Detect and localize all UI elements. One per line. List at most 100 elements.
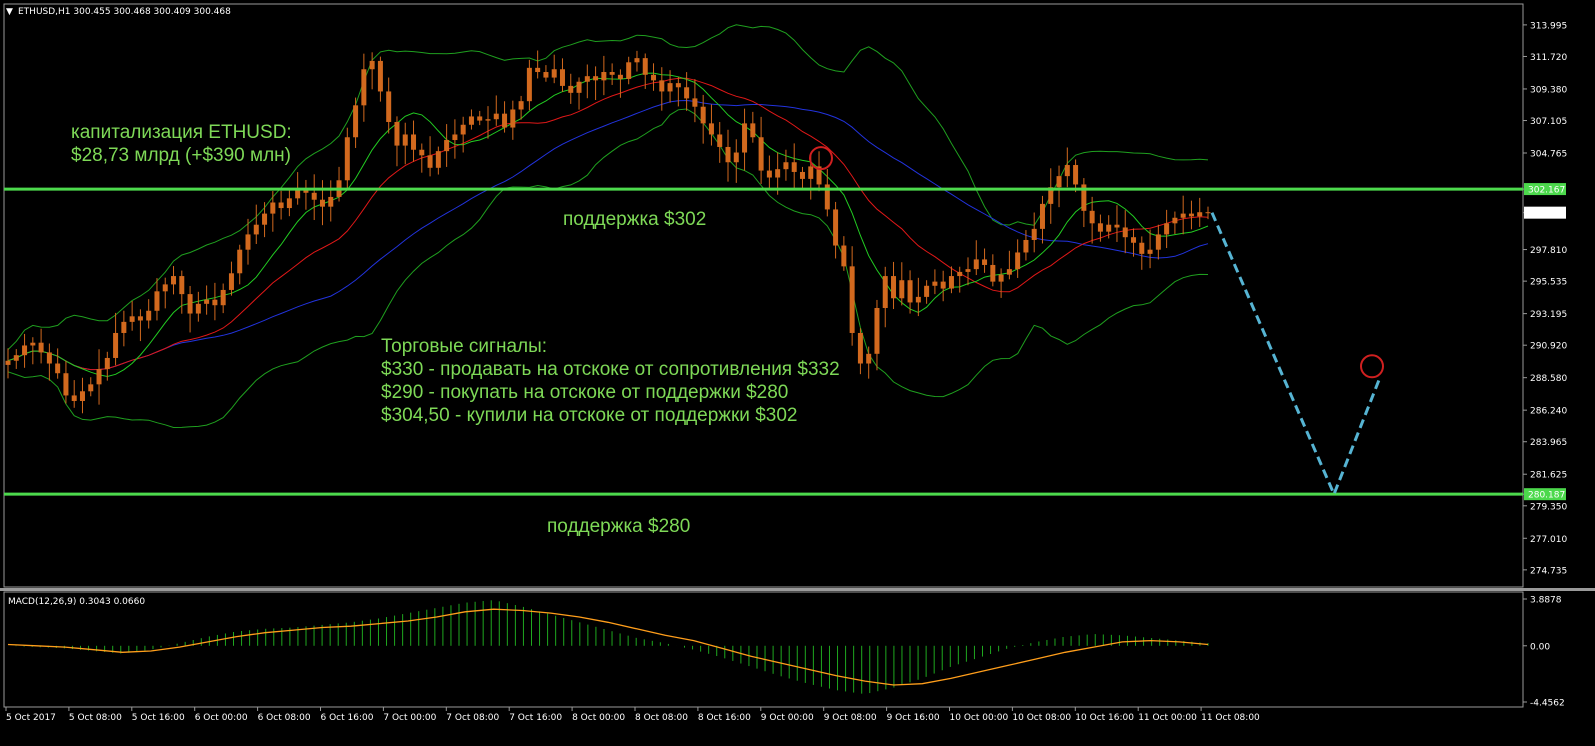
candle-body [253,224,259,235]
candle-body [245,234,251,250]
time-tick-label: 6 Oct 00:00 [195,713,248,723]
macd-pane: 3.8878 0.00 -4.4562 [7,596,1565,709]
candle-body [973,259,979,270]
price-axis: 313.995 311.720 309.380 307.105 304.765 302.1… [1523,21,1567,576]
candle-body [559,69,565,86]
candle-body [708,123,714,135]
time-tick-label: 7 Oct 00:00 [383,713,436,723]
candle-body [113,332,119,358]
trading-terminal-window: 313.995 311.720 309.380 307.105 304.765 302.1… [0,0,1595,742]
macd-tick-label: 3.8878 [1530,596,1562,606]
candle-body [1031,228,1037,240]
candle-body [924,285,930,297]
price-tick-label: 304.765 [1530,150,1567,160]
candle-body [319,199,325,207]
candle-body [808,166,814,179]
candle-body [270,202,276,214]
candle-body [1139,242,1145,254]
support-302-label: поддержка $302 [563,209,707,230]
candle-body [262,213,268,225]
candle-body [427,155,433,168]
time-tick-label: 8 Oct 16:00 [698,713,751,723]
candle-body [1205,212,1211,214]
candle-body [452,134,458,141]
candle-body [799,171,805,179]
symbol-header: ETHUSD,H1 300.455 300.468 300.409 300.46… [18,7,231,17]
candle-body [982,259,988,265]
candle-body [1039,203,1045,229]
candle-body [328,196,334,207]
candle-body [915,296,921,303]
entry-circle [809,146,833,171]
price-tick-label: 307.105 [1530,117,1567,127]
candle-body [866,353,872,364]
candle-body [932,281,938,286]
candle-body [1122,227,1128,238]
candle-body [526,67,532,102]
candle-body [1089,210,1095,224]
candle-body [882,276,888,308]
time-tick-label: 11 Oct 08:00 [1201,713,1260,723]
candle-body [386,91,392,122]
candle-body [502,113,508,128]
time-tick-label: 8 Oct 08:00 [635,713,688,723]
time-tick-label: 11 Oct 00:00 [1138,713,1197,723]
candle-body [874,307,880,354]
candle-body [377,60,383,92]
candle-body [783,162,789,170]
candle-body [717,134,723,147]
candle-body [344,137,350,181]
candle-body [38,342,44,353]
candle-body [1064,165,1070,177]
price-tick-label: 277.010 [1530,535,1567,545]
candle-body [1147,249,1153,254]
macd-tick-label: -4.4562 [1530,699,1565,709]
candle-body [940,281,946,289]
support-280-label: поддержка $280 [547,516,691,537]
candle-body [1180,213,1186,218]
candle-body [137,316,143,321]
price-tick-label: 281.625 [1530,471,1567,481]
candle-body [634,58,640,63]
forecast-path [809,146,1384,499]
candle-body [626,62,632,79]
candle-body [1164,223,1170,235]
candle-body [129,316,135,322]
candle-body [286,198,292,209]
candle-body [493,113,499,120]
signal-bought-304: $304,50 - купили на отскоке от поддержки… [381,405,798,426]
price-tick-label: 309.380 [1530,85,1567,95]
time-tick-label: 5 Oct 2017 [6,713,56,723]
candle-body [841,245,847,267]
candle-body [957,271,963,277]
forecast-dashed-line [1210,212,1382,499]
candle-body [394,121,400,146]
candle-body [601,72,607,81]
candle-body [651,74,657,81]
price-tick-label: 274.735 [1530,566,1567,576]
candle-body [1106,224,1112,232]
candle-body [468,116,474,125]
candle-body [1131,237,1137,243]
candle-body [311,192,317,200]
time-tick-label: 7 Oct 08:00 [446,713,499,723]
candle-body [725,146,731,163]
candle-body [510,109,516,128]
candle-body [104,357,110,370]
price-tick-label: 297.810 [1530,246,1567,256]
time-axis: 5 Oct 2017 5 Oct 08:00 5 Oct 16:00 6 Oct 00… [5,707,1260,723]
symbol-dropdown-icon[interactable]: ▼ [6,7,13,17]
candle-body [79,391,85,401]
candle-body [63,373,69,396]
candle-body [1056,176,1062,188]
candle-body [30,342,36,346]
candle-body [667,83,673,92]
price-tick-label: 280.187 [1528,491,1565,501]
candle-body [733,152,739,163]
candle-body [237,249,243,274]
target-circle [1360,354,1384,379]
candle-body [1073,165,1079,185]
price-tick-label: 293.195 [1530,310,1567,320]
candle-body [369,60,375,70]
candle-body [13,355,19,361]
